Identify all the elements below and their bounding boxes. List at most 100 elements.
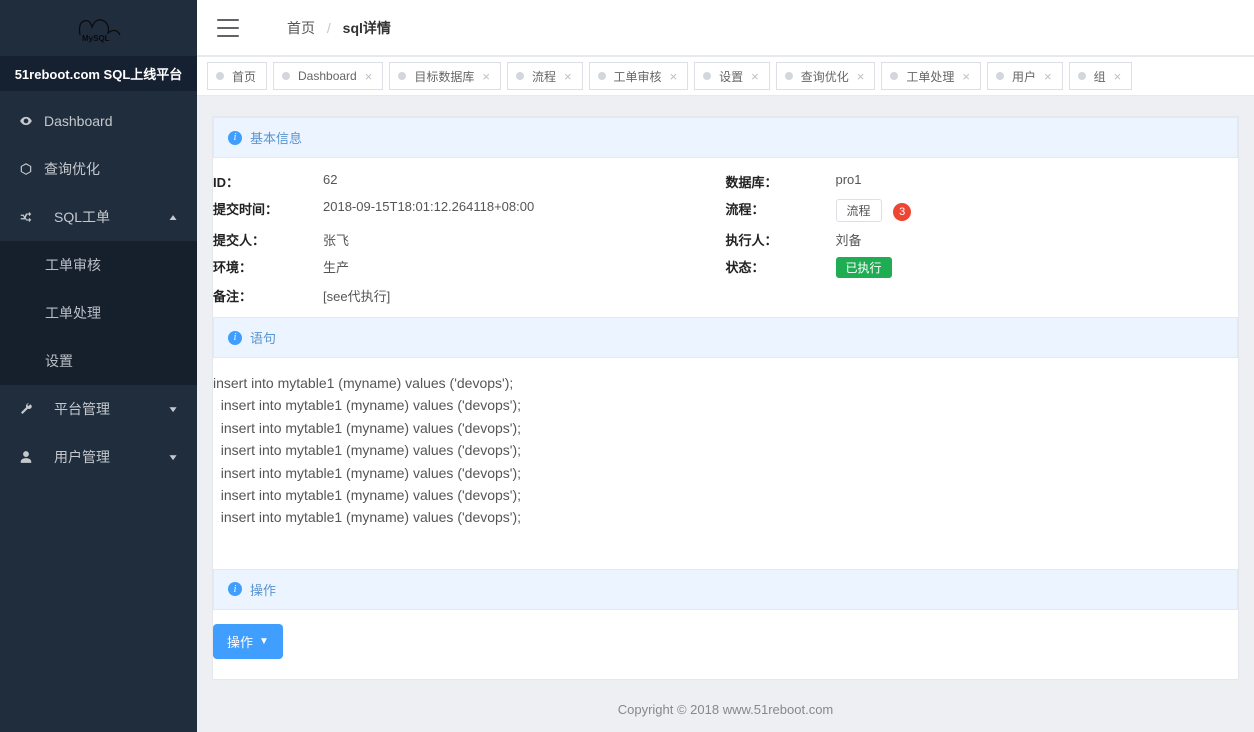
flow-button[interactable]: 流程 xyxy=(836,199,882,222)
flow-badge: 3 xyxy=(893,203,911,221)
sql-text: insert into mytable1 (myname) values ('d… xyxy=(213,358,1238,569)
logo: MySQL xyxy=(0,0,197,56)
close-icon[interactable]: × xyxy=(857,69,865,84)
info-db-value: pro1 xyxy=(836,172,1239,191)
eye-icon xyxy=(18,114,34,128)
tab-label: 工单审核 xyxy=(614,68,662,85)
info-icon: i xyxy=(228,582,242,596)
content: i 基本信息 ID： 62 数据库： pro1 提交时间： 2018-09-15… xyxy=(197,96,1254,732)
close-icon[interactable]: × xyxy=(962,69,970,84)
sidebar-item-label: 设置 xyxy=(45,351,73,371)
info-submit-time-value: 2018-09-15T18:01:12.264118+08:00 xyxy=(323,199,726,222)
section-ops: i 操作 xyxy=(213,569,1238,610)
info-icon: i xyxy=(228,131,242,145)
info-submitter-value: 张飞 xyxy=(323,230,726,249)
caret-down-icon: ▼ xyxy=(259,636,269,647)
close-icon[interactable]: × xyxy=(1114,69,1122,84)
wrench-icon xyxy=(18,402,34,416)
info-executor-value: 刘备 xyxy=(836,230,1239,249)
shuffle-icon xyxy=(18,210,34,224)
tab-dot-icon xyxy=(282,72,290,80)
info-submitter-label: 提交人： xyxy=(213,230,323,249)
tab[interactable]: 工单审核 × xyxy=(589,62,689,90)
sidebar-item-label: 平台管理 xyxy=(54,399,110,419)
ops-dropdown-button[interactable]: 操作 ▼ xyxy=(213,624,283,659)
sidebar-item-settings[interactable]: 设置 xyxy=(0,337,197,385)
tab-label: 首页 xyxy=(232,68,256,85)
tab-label: 工单处理 xyxy=(906,68,954,85)
tab-dot-icon xyxy=(216,72,224,80)
footer: Copyright © 2018 www.51reboot.com xyxy=(212,680,1239,732)
tab[interactable]: Dashboard× xyxy=(273,62,383,90)
tab[interactable]: 查询优化 × xyxy=(776,62,876,90)
section-title: 操作 xyxy=(250,580,276,599)
tab-dot-icon xyxy=(598,72,606,80)
close-icon[interactable]: × xyxy=(1044,69,1052,84)
info-flow-value: 流程 3 xyxy=(836,199,1239,222)
breadcrumb-home[interactable]: 首页 xyxy=(287,20,315,36)
tab-dot-icon xyxy=(1078,72,1086,80)
tab-dot-icon xyxy=(703,72,711,80)
hamburger-toggle[interactable] xyxy=(217,19,239,37)
sidebar-item-sql-order[interactable]: SQL工单 ▲ xyxy=(0,193,197,241)
info-status-value: 已执行 xyxy=(836,257,1239,278)
tab-dot-icon xyxy=(890,72,898,80)
tab-label: 用户 xyxy=(1012,68,1036,85)
sidebar-title: 51reboot.com SQL上线平台 xyxy=(0,56,197,91)
tab-label: 查询优化 xyxy=(801,68,849,85)
close-icon[interactable]: × xyxy=(564,69,572,84)
sidebar: MySQL 51reboot.com SQL上线平台 Dashboard 查询优… xyxy=(0,0,197,732)
info-icon: i xyxy=(228,331,242,345)
topbar: 首页 / sql详情 xyxy=(197,0,1254,56)
tab-label: 流程 xyxy=(532,68,556,85)
tab[interactable]: 用户 × xyxy=(987,62,1063,90)
tab[interactable]: 目标数据库 × xyxy=(389,62,501,90)
close-icon[interactable]: × xyxy=(670,69,678,84)
svg-text:MySQL: MySQL xyxy=(82,34,110,43)
close-icon[interactable]: × xyxy=(365,69,373,84)
info-flow-label: 流程： xyxy=(726,199,836,222)
info-submit-time-label: 提交时间： xyxy=(213,199,323,222)
info-remark-label: 备注： xyxy=(213,286,323,305)
breadcrumb: 首页 / sql详情 xyxy=(287,18,391,38)
sidebar-item-label: 工单处理 xyxy=(45,303,101,323)
sidebar-item-label: 查询优化 xyxy=(44,159,100,179)
card: i 基本信息 ID： 62 数据库： pro1 提交时间： 2018-09-15… xyxy=(212,116,1239,680)
section-title: 基本信息 xyxy=(250,128,302,147)
tab-label: 目标数据库 xyxy=(414,68,474,85)
ops-block: 操作 ▼ xyxy=(213,610,1238,659)
tab-dot-icon xyxy=(398,72,406,80)
sidebar-item-label: 用户管理 xyxy=(54,447,110,467)
sidebar-item-user-mgmt[interactable]: 用户管理 ▼ xyxy=(0,433,197,481)
chevron-down-icon: ▼ xyxy=(167,404,179,414)
close-icon[interactable]: × xyxy=(751,69,759,84)
sidebar-item-order-review[interactable]: 工单审核 xyxy=(0,241,197,289)
sidebar-item-dashboard[interactable]: Dashboard xyxy=(0,97,197,145)
breadcrumb-current: sql详情 xyxy=(343,20,391,36)
sidebar-item-label: 工单审核 xyxy=(45,255,101,275)
tab-label: 设置 xyxy=(719,68,743,85)
tab-dot-icon xyxy=(785,72,793,80)
tab-label: 组 xyxy=(1094,68,1106,85)
close-icon[interactable]: × xyxy=(482,69,490,84)
info-status-label: 状态： xyxy=(726,257,836,278)
info-env-value: 生产 xyxy=(323,257,726,278)
tab[interactable]: 首页 xyxy=(207,62,267,90)
tab[interactable]: 工单处理 × xyxy=(881,62,981,90)
status-badge: 已执行 xyxy=(836,257,892,278)
info-remark-value: [see代执行] xyxy=(323,286,1238,305)
info-db-label: 数据库： xyxy=(726,172,836,191)
sidebar-item-platform-mgmt[interactable]: 平台管理 ▼ xyxy=(0,385,197,433)
mysql-logo-icon: MySQL xyxy=(74,13,124,43)
tab[interactable]: 组× xyxy=(1069,62,1133,90)
chevron-up-icon: ▲ xyxy=(167,212,179,222)
tab[interactable]: 流程 × xyxy=(507,62,583,90)
chevron-down-icon: ▼ xyxy=(167,452,179,462)
info-env-label: 环境： xyxy=(213,257,323,278)
sidebar-item-query-opt[interactable]: 查询优化 xyxy=(0,145,197,193)
tab[interactable]: 设置 × xyxy=(694,62,770,90)
sidebar-submenu-sql-order: 工单审核 工单处理 设置 xyxy=(0,241,197,385)
sidebar-menu: Dashboard 查询优化 SQL工单 ▲ 工单审核 xyxy=(0,91,197,732)
info-executor-label: 执行人： xyxy=(726,230,836,249)
sidebar-item-order-process[interactable]: 工单处理 xyxy=(0,289,197,337)
